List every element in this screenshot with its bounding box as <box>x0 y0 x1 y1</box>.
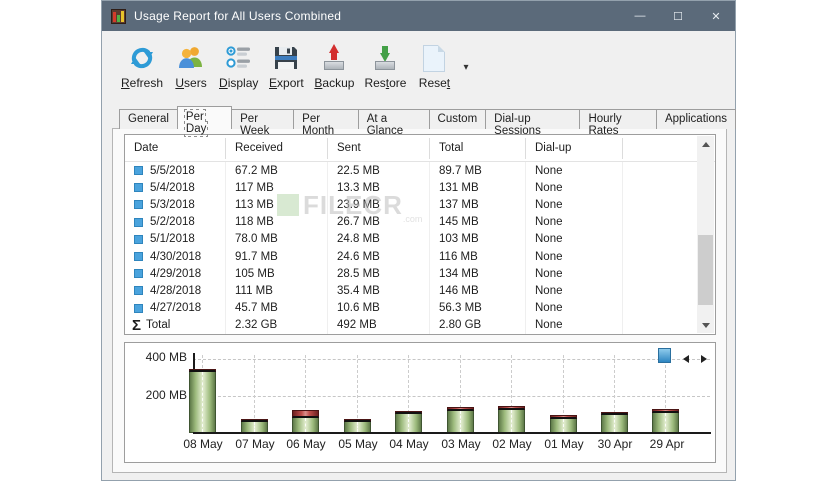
users-label: Users <box>175 76 207 90</box>
tab-per-month[interactable]: Per Month <box>293 109 359 137</box>
scrollbar-thumb[interactable] <box>698 235 713 305</box>
usage-table: Date Received Sent Total Dial-up 5/5/201… <box>124 134 716 335</box>
chart-bar[interactable] <box>241 355 268 433</box>
x-tick: 30 Apr <box>597 437 633 451</box>
export-icon <box>271 42 301 74</box>
toolbar: Refresh Users Display Export Backup Rest… <box>102 31 735 107</box>
backup-label: Backup <box>314 76 355 90</box>
chart-scroll-thumb[interactable] <box>658 348 671 363</box>
app-window: Usage Report for All Users Combined — ☐ … <box>101 0 736 481</box>
table-row[interactable]: 5/3/2018 113 MB 23.9 MB 137 MB None <box>125 196 715 214</box>
window-controls: — ☐ ✕ <box>621 1 735 31</box>
chart-bar[interactable] <box>601 355 628 433</box>
refresh-button[interactable]: Refresh <box>116 42 168 90</box>
day-icon <box>134 234 143 244</box>
tab-per-day[interactable]: Per Day <box>176 106 233 137</box>
chart-bar[interactable] <box>344 355 371 433</box>
y-tick-400: 400 MB <box>145 350 187 364</box>
tab-applications[interactable]: Applications <box>655 109 736 129</box>
minimize-button[interactable]: — <box>621 1 659 31</box>
users-button[interactable]: Users <box>168 42 214 90</box>
table-row[interactable]: 4/28/2018 111 MB 35.4 MB 146 MB None <box>125 282 715 300</box>
day-icon <box>134 269 143 279</box>
x-tick: 29 Apr <box>649 437 685 451</box>
day-icon <box>134 183 143 193</box>
tab-general[interactable]: General <box>119 109 178 129</box>
reset-dropdown-arrow[interactable]: ▾ <box>463 62 468 73</box>
display-label: Display <box>219 76 259 90</box>
scroll-down-arrow[interactable] <box>697 317 714 333</box>
x-tick: 06 May <box>286 437 326 451</box>
chart-bar[interactable] <box>189 355 216 433</box>
chart-bar[interactable] <box>652 355 679 433</box>
tab-at-a-glance[interactable]: At a Glance <box>357 109 430 137</box>
export-button[interactable]: Export <box>263 42 309 90</box>
tab-per-week[interactable]: Per Week <box>231 109 295 137</box>
column-header-dialup[interactable]: Dial-up <box>526 137 623 159</box>
day-icon <box>134 200 143 210</box>
chart-bar[interactable] <box>292 355 319 433</box>
table-row[interactable]: 4/30/2018 91.7 MB 24.6 MB 116 MB None <box>125 247 715 266</box>
export-label: Export <box>269 76 304 90</box>
restore-label: Restore <box>364 76 407 90</box>
reset-button[interactable]: Reset <box>411 42 457 90</box>
table-header: Date Received Sent Total Dial-up <box>125 135 715 162</box>
table-row[interactable]: 4/29/2018 105 MB 28.5 MB 134 MB None <box>125 265 715 283</box>
column-header-received[interactable]: Received <box>226 137 328 159</box>
y-tick-200: 200 MB <box>145 388 187 402</box>
tab-hourly-rates[interactable]: Hourly Rates <box>579 109 657 137</box>
app-icon <box>111 8 126 24</box>
backup-icon <box>321 42 347 74</box>
day-icon <box>134 252 143 262</box>
sigma-icon: Σ <box>132 316 142 334</box>
chart-scroll-right-arrow[interactable] <box>701 355 707 363</box>
display-button[interactable]: Display <box>214 42 263 90</box>
x-axis <box>193 432 711 434</box>
users-icon <box>176 42 206 74</box>
close-button[interactable]: ✕ <box>697 1 735 31</box>
reset-label: Reset <box>418 76 451 90</box>
chart-bar[interactable] <box>498 355 525 433</box>
day-icon <box>134 166 143 176</box>
chart-bar[interactable] <box>395 355 422 433</box>
reset-icon <box>423 42 446 74</box>
refresh-icon <box>127 42 157 74</box>
x-tick: 08 May <box>183 437 223 451</box>
tab-custom[interactable]: Custom <box>428 109 487 129</box>
table-total-row[interactable]: Σ Total 2.32 GB 492 MB 2.80 GB None <box>125 316 715 334</box>
x-tick: 04 May <box>389 437 429 451</box>
column-header-total[interactable]: Total <box>430 137 526 159</box>
chart-scroll-left-arrow[interactable] <box>683 355 689 363</box>
x-tick: 02 May <box>492 437 532 451</box>
day-icon <box>134 303 143 313</box>
scroll-up-arrow[interactable] <box>697 136 714 152</box>
window-title: Usage Report for All Users Combined <box>134 9 342 23</box>
maximize-button[interactable]: ☐ <box>659 1 697 31</box>
tab-strip: General Per Day Per Week Per Month At a … <box>102 106 736 137</box>
per-day-tab-page: Date Received Sent Total Dial-up 5/5/201… <box>112 128 727 473</box>
chart-bar[interactable] <box>447 355 474 433</box>
column-header-date[interactable]: Date <box>125 137 226 159</box>
table-row[interactable]: 4/27/2018 45.7 MB 10.6 MB 56.3 MB None <box>125 299 715 317</box>
table-row[interactable]: 5/2/2018 118 MB 26.7 MB 145 MB None <box>125 213 715 231</box>
usage-chart: 400 MB 200 MB 08 May 07 May 06 May 05 Ma… <box>124 342 716 463</box>
column-header-sent[interactable]: Sent <box>328 137 430 159</box>
display-icon <box>224 42 254 74</box>
tab-dialup-sessions[interactable]: Dial-up Sessions <box>485 109 581 137</box>
table-row[interactable]: 5/1/2018 78.0 MB 24.8 MB 103 MB None <box>125 230 715 248</box>
table-row[interactable]: 5/4/2018 117 MB 13.3 MB 131 MB None <box>125 179 715 197</box>
restore-icon <box>372 42 398 74</box>
table-scrollbar[interactable] <box>697 136 714 333</box>
backup-button[interactable]: Backup <box>309 42 359 90</box>
restore-button[interactable]: Restore <box>359 42 411 90</box>
day-icon <box>134 286 143 296</box>
table-row[interactable]: 5/5/2018 67.2 MB 22.5 MB 89.7 MB None <box>125 162 715 180</box>
chart-bar[interactable] <box>550 355 577 433</box>
refresh-label: Refresh <box>121 76 164 90</box>
day-icon <box>134 217 143 227</box>
title-bar[interactable]: Usage Report for All Users Combined — ☐ … <box>102 1 735 31</box>
